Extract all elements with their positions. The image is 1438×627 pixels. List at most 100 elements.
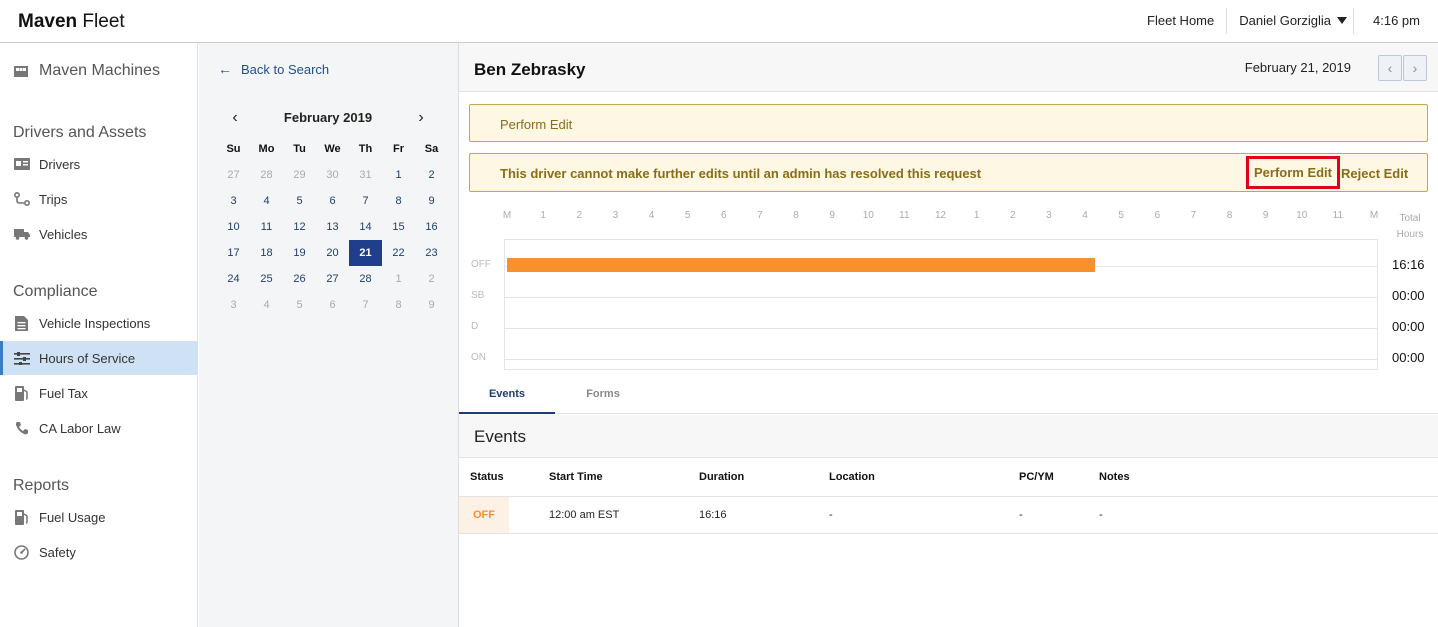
hour-tick-label: 1 [973, 210, 980, 221]
calendar-day[interactable]: 13 [316, 214, 349, 240]
sidebar-item-label: Safety [39, 544, 76, 560]
company-link[interactable]: Maven Machines [13, 62, 160, 80]
calendar-day[interactable]: 24 [217, 266, 250, 292]
previous-day-button[interactable]: ‹ [1378, 55, 1402, 81]
duration-cell: 16:16 [699, 509, 727, 521]
sidebar-item-vehicles[interactable]: Vehicles [0, 217, 198, 251]
calendar-day[interactable]: 5 [283, 292, 316, 318]
calendar-day[interactable]: 15 [382, 214, 415, 240]
section-reports: Reports [13, 477, 70, 494]
hour-tick-label: M [502, 210, 512, 221]
sidebar-item-fuel-tax[interactable]: Fuel Tax [0, 376, 198, 410]
calendar-day[interactable]: 1 [382, 266, 415, 292]
calendar-day[interactable]: 27 [316, 266, 349, 292]
calendar-day[interactable]: 4 [250, 292, 283, 318]
brand-logo[interactable]: Maven Fleet [18, 11, 125, 33]
sidebar-item-drivers[interactable]: Drivers [0, 147, 198, 181]
sidebar-item-vehicle-inspections[interactable]: Vehicle Inspections [0, 306, 198, 340]
perform-edit-button[interactable]: Perform Edit [1246, 156, 1340, 189]
column-header[interactable]: Location [829, 471, 875, 483]
calendar-day[interactable]: 9 [415, 188, 448, 214]
calendar-day[interactable]: 31 [349, 162, 382, 188]
calendar-day[interactable]: 3 [217, 292, 250, 318]
calendar-day[interactable]: 2 [415, 266, 448, 292]
calendar-day[interactable]: 1 [382, 162, 415, 188]
calendar-day[interactable]: 9 [415, 292, 448, 318]
hour-tick-label: 7 [1190, 210, 1197, 221]
calendar-day[interactable]: 16 [415, 214, 448, 240]
calendar-day[interactable]: 4 [250, 188, 283, 214]
sidebar-item-fuel-usage[interactable]: Fuel Usage [0, 500, 198, 534]
row-total-hours: 00:00 [1392, 350, 1425, 365]
sidebar-item-trips[interactable]: Trips [0, 182, 198, 216]
clock: 4:16 pm [1373, 13, 1420, 28]
calendar-day[interactable]: 5 [283, 188, 316, 214]
column-header[interactable]: Duration [699, 471, 744, 483]
calendar-day[interactable]: 11 [250, 214, 283, 240]
calendar-day[interactable]: 25 [250, 266, 283, 292]
column-header[interactable]: PC/YM [1019, 471, 1054, 483]
weekday-label: Mo [258, 143, 275, 155]
status-badge: OFF [459, 497, 509, 533]
calendar-day[interactable]: 6 [316, 292, 349, 318]
sliders-icon [13, 351, 30, 365]
status-row-label: OFF [471, 259, 491, 270]
next-day-button[interactable]: › [1403, 55, 1427, 81]
column-header[interactable]: Status [470, 471, 504, 483]
column-header[interactable]: Start Time [549, 471, 603, 483]
top-bar: Maven Fleet Fleet Home Daniel Gorziglia … [0, 0, 1438, 43]
table-row[interactable]: OFF 12:00 am EST 16:16 - - - [459, 497, 1438, 534]
calendar-day[interactable]: 7 [349, 292, 382, 318]
calendar-day[interactable]: 17 [217, 240, 250, 266]
reject-edit-button[interactable]: Reject Edit [1341, 166, 1408, 181]
events-header: Events [459, 415, 1438, 458]
calendar-day[interactable]: 2 [415, 162, 448, 188]
calendar-day[interactable]: 30 [316, 162, 349, 188]
calendar-day[interactable]: 22 [382, 240, 415, 266]
hour-tick-label: 12 [934, 210, 947, 221]
tab-events[interactable]: Events [459, 376, 555, 414]
user-menu[interactable]: Daniel Gorziglia [1227, 8, 1353, 34]
calendar-day[interactable]: 10 [217, 214, 250, 240]
calendar-day[interactable]: 29 [283, 162, 316, 188]
sidebar-item-ca-labor-law[interactable]: CA Labor Law [0, 411, 198, 445]
calendar-panel: ← Back to Search ‹ February 2019 › Su Mo T… [199, 43, 459, 627]
calendar-day[interactable]: 23 [415, 240, 448, 266]
sidebar-item-safety[interactable]: Safety [0, 535, 198, 569]
back-to-search-link[interactable]: ← Back to Search [218, 61, 329, 77]
calendar-day[interactable]: 3 [217, 188, 250, 214]
calendar-day[interactable]: 21 [349, 240, 382, 266]
calendar-day[interactable]: 26 [283, 266, 316, 292]
sidebar: Maven Machines Drivers and Assets Driver… [0, 43, 198, 627]
arrow-left-icon: ← [218, 61, 232, 77]
calendar-day[interactable]: 12 [283, 214, 316, 240]
chevron-right-icon[interactable]: › [414, 109, 428, 127]
tabs: Events Forms [459, 376, 1438, 414]
status-row-label: SB [471, 290, 485, 301]
calendar-day[interactable]: 7 [349, 188, 382, 214]
calendar-day[interactable]: 6 [316, 188, 349, 214]
calendar-day[interactable]: 27 [217, 162, 250, 188]
calendar-day[interactable]: 18 [250, 240, 283, 266]
calendar-day[interactable]: 8 [382, 292, 415, 318]
calendar-day[interactable]: 28 [349, 266, 382, 292]
calendar-day[interactable]: 8 [382, 188, 415, 214]
tab-forms[interactable]: Forms [555, 376, 651, 414]
calendar-day[interactable]: 28 [250, 162, 283, 188]
row-total-hours: 16:16 [1392, 257, 1425, 272]
notes-cell: - [1099, 509, 1103, 521]
calendar-day[interactable]: 20 [316, 240, 349, 266]
weekday-label: Th [358, 143, 373, 155]
section-compliance: Compliance [13, 283, 98, 300]
pcym-cell: - [1019, 509, 1023, 521]
column-header[interactable]: Notes [1099, 471, 1130, 483]
graph-row-line [505, 328, 1377, 329]
sidebar-item-hours-of-service[interactable]: Hours of Service [0, 341, 198, 375]
hour-tick-label: 4 [1082, 210, 1088, 221]
hour-tick-label: 10 [1296, 210, 1308, 221]
calendar-day[interactable]: 14 [349, 214, 382, 240]
driver-header: Ben Zebrasky February 21, 2019 ‹ › [459, 43, 1438, 92]
calendar-day[interactable]: 19 [283, 240, 316, 266]
off-duty-bar[interactable] [507, 258, 1095, 272]
fleet-home-link[interactable]: Fleet Home [1135, 8, 1226, 34]
